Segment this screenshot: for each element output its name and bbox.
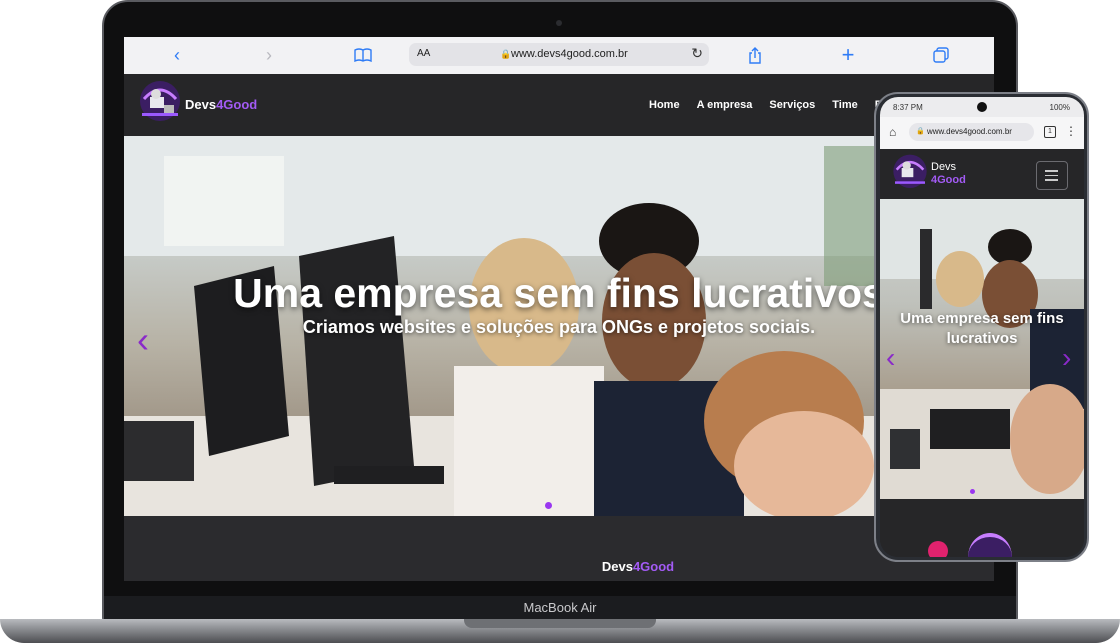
- carousel-prev-icon[interactable]: ‹: [137, 322, 149, 358]
- phone-screen: 8:37 PM 100% ⌂ www.devs4good.com.br 🔒 1 …: [880, 97, 1084, 557]
- front-camera-icon: [977, 102, 987, 112]
- phone-menu-icon[interactable]: ⋮: [1065, 124, 1077, 138]
- hamburger-menu-icon[interactable]: [1036, 161, 1068, 190]
- phone-heart-icon: [928, 541, 948, 557]
- phone-logo-mark: [968, 533, 1012, 557]
- status-time: 8:37 PM: [893, 103, 923, 112]
- tabs-icon[interactable]: [930, 44, 952, 66]
- phone-status-bar: 8:37 PM 100%: [880, 97, 1084, 117]
- hero-title: Uma empresa sem fins lucrativos: [233, 270, 885, 316]
- browser-toolbar: ‹ › AA 🔒 www.devs4good.com.br ↻ +: [124, 37, 994, 75]
- phone-site-navbar: Devs 4Good: [880, 149, 1084, 199]
- lock-icon: 🔒: [500, 49, 512, 59]
- phone-hero-image: [880, 199, 1084, 499]
- text-size-button[interactable]: AA: [417, 48, 430, 59]
- home-icon[interactable]: ⌂: [889, 125, 896, 139]
- footer-brand: Devs4Good: [601, 559, 675, 574]
- nav-link-home[interactable]: Home: [649, 99, 680, 111]
- phone-carousel-prev-icon[interactable]: ‹: [886, 344, 895, 372]
- nav-link-servicos[interactable]: Serviços: [769, 99, 815, 111]
- phone-carousel-indicator[interactable]: [970, 489, 975, 494]
- phone-brand-line1[interactable]: Devs: [931, 161, 956, 173]
- url-text: www.devs4good.com.br: [511, 48, 628, 60]
- address-bar[interactable]: AA 🔒 www.devs4good.com.br ↻: [409, 43, 709, 66]
- phone-brand-line2[interactable]: 4Good: [931, 174, 966, 186]
- phone-hero-title: Uma empresa sem fins lucrativos: [900, 310, 1064, 347]
- phone-bottom-section: [880, 499, 1084, 557]
- hero-subtitle: Criamos websites e soluções para ONGs e …: [302, 317, 816, 337]
- nav-link-a-empresa[interactable]: A empresa: [697, 99, 753, 111]
- site-logo[interactable]: [136, 79, 184, 127]
- reload-icon[interactable]: ↻: [691, 45, 703, 62]
- phone-hero-carousel: Uma empresa sem fins lucrativos ‹ ›: [880, 199, 1084, 499]
- nav-link-time[interactable]: Time: [832, 99, 857, 111]
- forward-icon[interactable]: ›: [258, 44, 280, 66]
- webcam-icon: [556, 20, 562, 26]
- share-icon[interactable]: [744, 44, 766, 66]
- footer-section: Devs4Good: [124, 516, 994, 581]
- new-tab-icon[interactable]: +: [837, 42, 859, 67]
- phone-carousel-next-icon[interactable]: ›: [1062, 344, 1071, 372]
- laptop-screen: ‹ › AA 🔒 www.devs4good.com.br ↻ + Devs4G…: [124, 37, 994, 581]
- nav-menu: Home A empresa Serviços Time B: [649, 99, 883, 111]
- phone-address-bar[interactable]: www.devs4good.com.br: [909, 123, 1034, 141]
- phone-tabs-icon[interactable]: 1: [1044, 126, 1056, 138]
- brand-name[interactable]: Devs4Good: [185, 97, 257, 112]
- site-navbar: Devs4Good Home A empresa Serviços Time B: [124, 74, 994, 136]
- laptop-model-label: MacBook Air: [523, 600, 597, 615]
- battery-level: 100%: [1049, 103, 1070, 112]
- phone-lock-icon: 🔒: [916, 128, 925, 135]
- back-icon[interactable]: ‹: [166, 44, 188, 66]
- laptop-notch: [464, 619, 656, 628]
- phone-site-logo[interactable]: [890, 153, 930, 193]
- phone-browser-bar: ⌂ www.devs4good.com.br 🔒 1 ⋮: [880, 117, 1084, 150]
- phone-url-text: www.devs4good.com.br: [927, 127, 1012, 136]
- bookmarks-icon[interactable]: [352, 44, 374, 66]
- carousel-indicator[interactable]: [545, 502, 552, 509]
- hero-carousel: Uma empresa sem fins lucrativos Criamos …: [124, 136, 994, 516]
